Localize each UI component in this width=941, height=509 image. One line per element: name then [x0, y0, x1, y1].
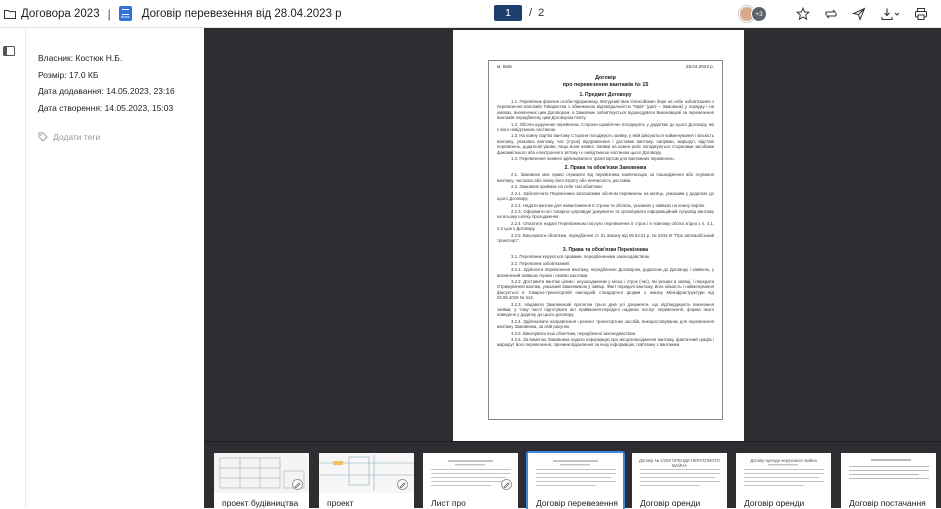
thumbnail-label: Договір постачання	[841, 497, 936, 509]
tag-icon	[38, 132, 48, 142]
thumbnail-label: Договір оренди	[736, 497, 831, 509]
breadcrumb: Договора 2023 | docs Договір перевезення…	[0, 0, 342, 27]
thumbnail-5[interactable]: Договір № 1/256 ОРЕНДИ НЕРУХОМОГО МАЙНА Д…	[632, 453, 727, 509]
left-strip	[0, 28, 26, 508]
document-page[interactable]: м. Київ 28.04.2023 р. Договір про переве…	[453, 30, 744, 441]
doc-paragraph: 1.1. Перевізник фізична особа-підприємец…	[497, 99, 714, 121]
thumbnail-doc-heading: Договір оренди нерухомого майна	[740, 458, 827, 463]
doc-header: м. Київ 28.04.2023 р.	[497, 64, 714, 69]
doc-paragraph: 2.2.1. Забезпечити Перевізника запланови…	[497, 190, 714, 202]
doc-paragraph: 3.2.3. Надавати Замовникові протягом трь…	[497, 301, 714, 318]
doc-paragraph: 2.2.3. Оформити всі товарно-супровідні д…	[497, 208, 714, 220]
top-bar: Договора 2023 | docs Договір перевезення…	[0, 0, 941, 28]
avatar-more-count[interactable]: +3	[751, 6, 767, 22]
print-icon	[915, 8, 927, 20]
folder-icon	[4, 9, 16, 19]
thumbnail-label: Лист про	[423, 497, 518, 509]
doc-paragraph: 3.2.4. Здійснювати направлення і ремонт …	[497, 318, 714, 330]
doc-paragraph: 3.2.6. За вимогою Замовника надати інфор…	[497, 337, 714, 348]
doc-paragraph: 3.2.5. Виконувати інші обов'язки, передб…	[511, 330, 637, 336]
doc-sections: 1. Предмет Договору 1.1. Перевізник фізич…	[497, 92, 714, 348]
sync-icon	[825, 9, 837, 19]
doc-section-title: 3. Права та обов'язки Перевізника	[562, 247, 649, 254]
page-total: 2	[538, 7, 545, 19]
thumbnail-4[interactable]: Договір перевезення	[526, 451, 625, 509]
size-info: Розмір: 17.0 КБ	[38, 69, 99, 80]
doc-title: Договір про перевезення вантажів № 15	[562, 75, 649, 88]
print-button[interactable]	[913, 6, 929, 22]
folder-link[interactable]: Договора 2023	[21, 8, 100, 20]
signature-icon	[397, 479, 408, 490]
date-added-info: Дата додавання: 14.05.2023, 23:16	[38, 86, 175, 96]
doc-paragraph: 3.2.2. Доставити вантаж цілим і неушкодж…	[497, 278, 714, 301]
add-tags-label: Додати теги	[53, 132, 101, 142]
shared-users[interactable]: +3	[739, 6, 767, 22]
thumbnail-doc-heading: Договір № 1/256 ОРЕНДИ НЕРУХОМОГО МАЙНА	[636, 458, 723, 468]
doc-paragraph: 2.2.5. Виконувати обов'язки, передбачені…	[497, 232, 714, 243]
thumbnail-strip: проект будівництва проект Лист про Договір …	[204, 441, 941, 509]
document-viewer[interactable]: м. Київ 28.04.2023 р. Договір про переве…	[204, 28, 941, 441]
document-info-panel: Власник: Костюк Н.Б. Розмір: 17.0 КБ Дат…	[26, 28, 204, 508]
doc-paragraph: 2.2. Замовник приймає на себе такі обов'…	[511, 184, 603, 190]
doc-date: 28.04.2023 р.	[685, 64, 714, 69]
doc-paragraph: 3.2.1. Здійснити перевезення вантажу, пе…	[497, 267, 714, 278]
doc-paragraph: 3.1. Перевізник керуються правами, перед…	[511, 254, 650, 260]
doc-section-title: 2. Права та обов'язки Замовника	[564, 165, 647, 172]
thumbnail-7[interactable]: Договір постачання	[841, 453, 936, 509]
page-content: м. Київ 28.04.2023 р. Договір про переве…	[488, 60, 723, 420]
page-navigator: / 2	[494, 5, 544, 21]
thumbnail-preview	[528, 453, 623, 493]
doc-paragraph: 1.3. На кожну партію вантажу Сторони пог…	[497, 133, 714, 155]
doc-paragraph: 2.2.4. Оплатити надані Перевізником посл…	[497, 220, 714, 232]
add-tags-button[interactable]: Додати теги	[38, 132, 204, 142]
doc-paragraph: 1.4. Перевезення повинні здійснюватися т…	[511, 156, 675, 162]
docs-badge-icon: docs	[118, 6, 132, 21]
panel-toggle-icon[interactable]	[3, 46, 15, 56]
owner-info: Власник: Костюк Н.Б.	[38, 53, 123, 63]
thumbnail-3[interactable]: Лист про	[423, 453, 518, 509]
download-button[interactable]	[879, 6, 901, 22]
thumbnail-6[interactable]: Договір оренди нерухомого майна Договір о…	[736, 453, 831, 509]
date-created-info: Дата створення: 14.05.2023, 15:03	[38, 102, 174, 113]
page-separator: /	[529, 7, 533, 19]
document-title: Договір перевезення від 28.04.2023 р	[141, 7, 342, 20]
thumbnail-label: проект будівництва	[214, 497, 309, 509]
star-icon	[796, 7, 810, 21]
signature-icon	[501, 479, 512, 490]
thumbnail-1[interactable]: проект будівництва	[214, 453, 309, 509]
signature-icon	[292, 479, 303, 490]
download-icon	[881, 8, 900, 21]
doc-paragraph: 1.2. Обсяги щоденних перевезень Сторони …	[497, 121, 714, 133]
doc-paragraph: 2.1. Замовник має право отримати від пер…	[497, 172, 714, 183]
doc-section-title: 1. Предмет Договору	[579, 92, 632, 98]
favorite-button[interactable]	[795, 6, 811, 22]
toolbar-actions: +3	[739, 0, 941, 28]
doc-paragraph: 2.2.2. Надати вантаж для навантаження в …	[511, 202, 706, 208]
thumbnail-label: Договір перевезення	[528, 497, 623, 509]
doc-paragraph: 3.2. Перевізник зобов'язаний:	[511, 260, 570, 266]
thumbnail-label: Договір оренди	[632, 497, 727, 509]
thumbnail-2[interactable]: проект	[319, 453, 414, 509]
page-number-input[interactable]	[494, 5, 522, 21]
send-button[interactable]	[851, 6, 867, 22]
breadcrumb-separator: |	[107, 6, 111, 21]
doc-city: м. Київ	[497, 64, 512, 69]
sync-button[interactable]	[823, 6, 839, 22]
send-icon	[852, 7, 866, 21]
thumbnail-label: проект	[319, 497, 414, 509]
thumbnail-preview	[841, 453, 936, 493]
